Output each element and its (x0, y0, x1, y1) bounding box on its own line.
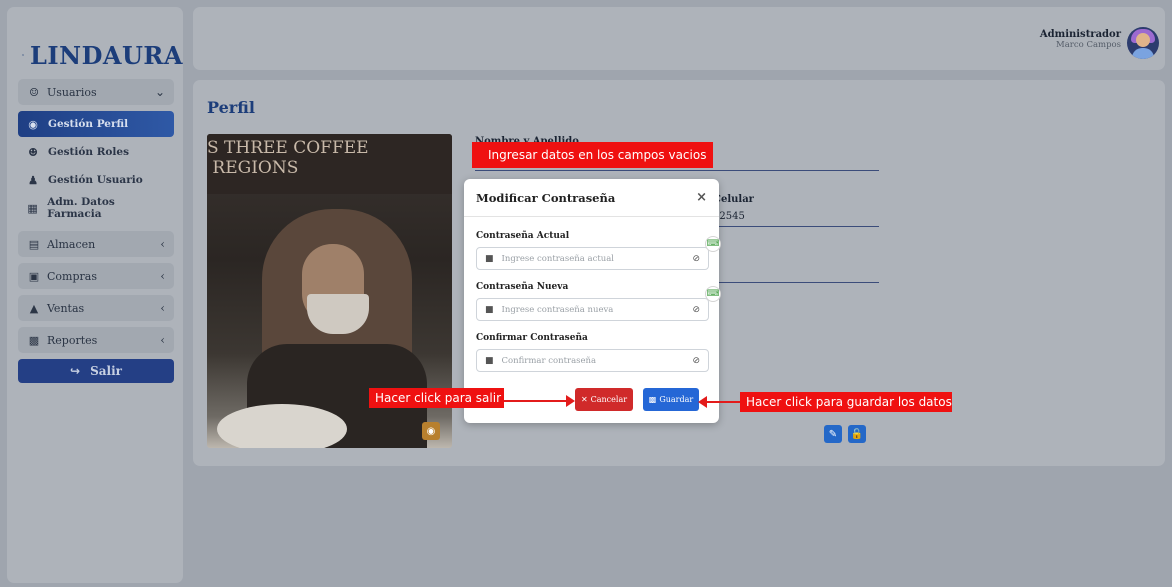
chevron-down-icon: ⌄ (154, 85, 165, 99)
sidebar-item-label: Adm. Datos Farmacia (47, 196, 115, 220)
arrow-right-head (698, 396, 707, 408)
nav-almacen[interactable]: ▤ Almacen ‹ (18, 231, 174, 257)
nav-reportes[interactable]: ▩ Reportes ‹ (18, 327, 174, 353)
phone-field-value: 52545 (713, 211, 745, 222)
user-subtitle: Marco Campos (1056, 40, 1121, 50)
save-button[interactable]: ▩ Guardar (643, 388, 699, 411)
camera-button[interactable]: ◉ (422, 422, 440, 440)
nav-ventas-label: Ventas (47, 301, 85, 315)
nav-group-ventas: ▲ Ventas ‹ (18, 295, 174, 321)
extra-field[interactable] (713, 250, 879, 283)
confirm-password-placeholder: Confirmar contraseña (501, 355, 597, 366)
sidebar-item-label: Gestión Usuario (48, 174, 143, 186)
sidebar: LINDAURA ☺ Usuarios ⌄ ◉ Gestión Perfil ☻… (7, 7, 183, 583)
annotation-left: Hacer click para salir (369, 388, 504, 408)
logout-label: Salir (90, 364, 122, 378)
sales-icon: ▲ (29, 301, 39, 315)
cart-icon: ▣ (28, 269, 40, 283)
nav-group-reportes: ▩ Reportes ‹ (18, 327, 174, 353)
keyboard-icon[interactable]: ⌨ (705, 236, 721, 252)
modal-header: Modificar Contraseña × (464, 179, 719, 217)
confirm-password-group: Confirmar Contraseña ■ Confirmar contras… (476, 333, 709, 372)
chevron-left-icon: ‹ (160, 237, 165, 251)
brand-name: LINDAURA (30, 40, 183, 70)
new-password-placeholder: Ingrese contraseña nueva (501, 304, 614, 315)
current-password-label: Contraseña Actual (476, 231, 570, 241)
close-icon[interactable]: × (696, 190, 707, 205)
topbar: Administrador Marco Campos (193, 7, 1165, 70)
new-password-label: Contraseña Nueva (476, 282, 569, 292)
sidebar-item-adm-datos-farmacia[interactable]: ▦ Adm. Datos Farmacia (18, 195, 174, 221)
cancel-label: Cancelar (590, 395, 628, 404)
chevron-left-icon: ‹ (160, 301, 165, 315)
user-name: Administrador (1039, 29, 1121, 40)
arrow-left-head (566, 395, 575, 407)
current-password-placeholder: Ingrese contraseña actual (501, 253, 615, 264)
eye-slash-icon[interactable]: ⊘ (692, 356, 700, 366)
nav-reportes-label: Reportes (47, 333, 98, 347)
chevron-left-icon: ‹ (160, 333, 165, 347)
new-password-input[interactable]: ■ Ingrese contraseña nueva ⊘ (476, 298, 709, 321)
user-info[interactable]: Administrador Marco Campos (1040, 29, 1121, 50)
eye-slash-icon[interactable]: ⊘ (692, 305, 700, 315)
report-icon: ▩ (28, 333, 40, 347)
current-password-input[interactable]: ■ Ingrese contraseña actual ⊘ (476, 247, 709, 270)
sidebar-item-label: Gestión Perfil (48, 118, 129, 130)
nav-compras-label: Compras (47, 269, 97, 283)
logo-icon (22, 54, 24, 56)
phone-field[interactable]: Celular 52545 (713, 194, 879, 227)
arrow-right (705, 401, 740, 403)
brand-logo[interactable]: LINDAURA (7, 7, 183, 79)
users-icon: ☺ (29, 85, 39, 99)
lock-icon: ■ (485, 253, 494, 264)
sidebar-item-gestion-usuario[interactable]: ♟ Gestión Usuario (18, 167, 174, 193)
nav-group-compras: ▣ Compras ‹ (18, 263, 174, 289)
lock-icon: ■ (485, 304, 494, 315)
save-icon: ▩ (648, 395, 657, 404)
nav-compras[interactable]: ▣ Compras ‹ (18, 263, 174, 289)
x-icon: ✕ (580, 395, 588, 404)
logout-button[interactable]: ↪ Salir (18, 359, 174, 383)
nav-group-usuarios: ☺ Usuarios ⌄ ◉ Gestión Perfil ☻ Gestión … (18, 79, 174, 225)
eye-slash-icon[interactable]: ⊘ (692, 254, 700, 264)
nav-ventas[interactable]: ▲ Ventas ‹ (18, 295, 174, 321)
keyboard-icon[interactable]: ⌨ (705, 286, 721, 302)
arrow-left (504, 400, 568, 402)
avatar[interactable] (1127, 27, 1159, 59)
sidebar-item-label: Gestión Roles (48, 146, 130, 158)
app: LINDAURA ☺ Usuarios ⌄ ◉ Gestión Perfil ☻… (0, 0, 1172, 587)
nav-group-almacen: ▤ Almacen ‹ (18, 231, 174, 257)
pharmacy-icon: ▦ (27, 201, 38, 215)
user-tie-icon: ♟ (28, 173, 38, 187)
nav-usuarios[interactable]: ☺ Usuarios ⌄ (18, 79, 174, 105)
chevron-left-icon: ‹ (160, 269, 165, 283)
warehouse-icon: ▤ (28, 237, 40, 251)
sidebar-item-gestion-roles[interactable]: ☻ Gestión Roles (18, 139, 174, 165)
annotation-right: Hacer click para guardar los datos (740, 392, 952, 412)
confirm-password-label: Confirmar Contraseña (476, 333, 588, 343)
logout-icon: ↪ (70, 364, 81, 378)
new-password-group: Contraseña Nueva ■ Ingrese contraseña nu… (476, 282, 709, 321)
save-label: Guardar (659, 395, 694, 404)
users-icon: ☻ (28, 145, 38, 159)
sidebar-item-gestion-perfil[interactable]: ◉ Gestión Perfil (18, 111, 174, 137)
change-password-button[interactable]: 🔓 (848, 425, 866, 443)
annotation-top: Ingresar datos en los campos vacios (472, 142, 713, 168)
modal-title: Modificar Contraseña (476, 190, 616, 205)
change-password-modal: Modificar Contraseña × Contraseña Actual… (464, 179, 719, 423)
nav-usuarios-label: Usuarios (47, 85, 97, 99)
cancel-button[interactable]: ✕ Cancelar (575, 388, 633, 411)
user-circle-icon: ◉ (28, 117, 38, 131)
nav-usuarios-submenu: ◉ Gestión Perfil ☻ Gestión Roles ♟ Gesti… (18, 105, 174, 225)
confirm-password-input[interactable]: ■ Confirmar contraseña ⊘ (476, 349, 709, 372)
phone-field-label: Celular (713, 194, 754, 205)
page-title: Perfil (207, 98, 255, 117)
current-password-group: Contraseña Actual ■ Ingrese contraseña a… (476, 231, 709, 270)
edit-button[interactable]: ✎ (824, 425, 842, 443)
lock-icon: ■ (485, 355, 494, 366)
nav-almacen-label: Almacen (47, 237, 96, 251)
